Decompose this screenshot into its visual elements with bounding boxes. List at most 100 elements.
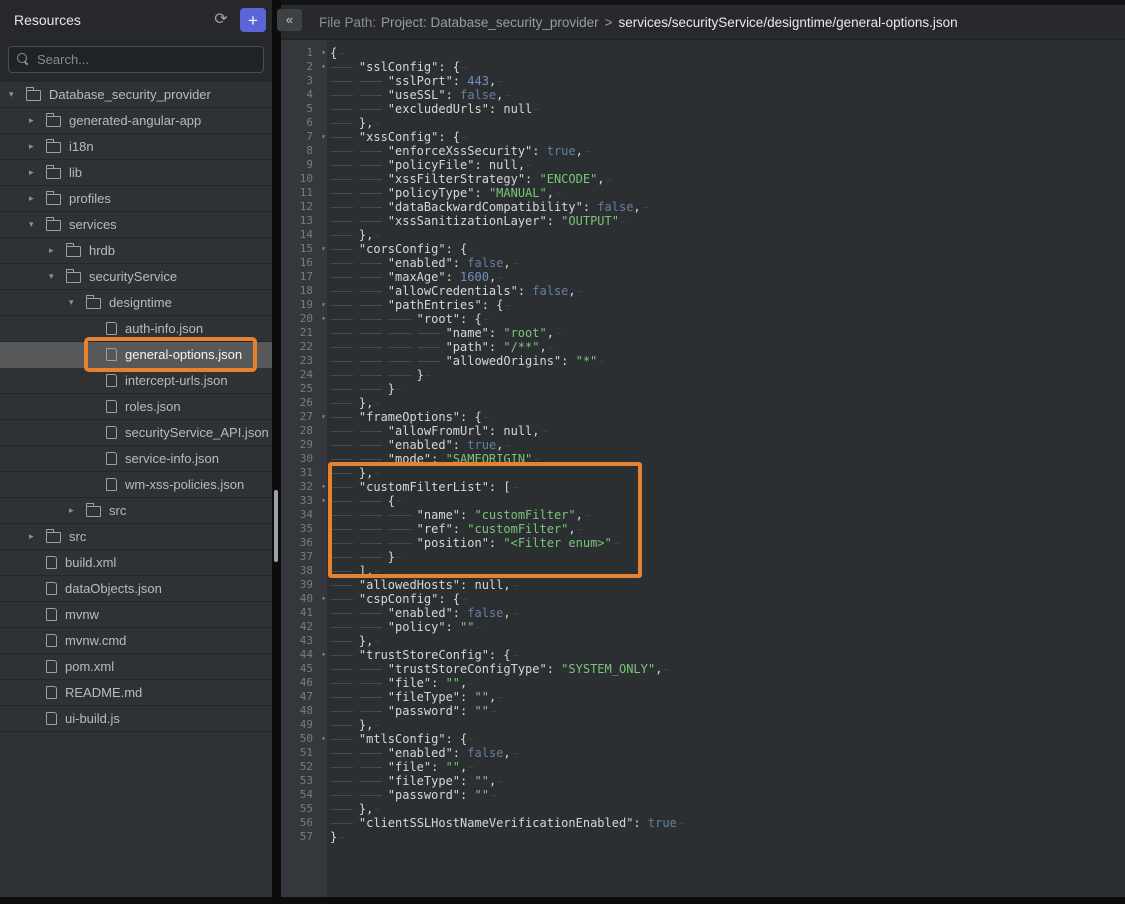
tree-item-profiles[interactable]: ▸profiles — [0, 186, 272, 212]
tree-item-securityService_API.json[interactable]: securityService_API.json — [0, 420, 272, 446]
code-line[interactable]: 38], — [281, 564, 1125, 578]
code-line[interactable]: 24} — [281, 368, 1125, 382]
tree-item-general-options.json[interactable]: general-options.json — [0, 342, 272, 368]
fold-icon[interactable]: ▾ — [321, 494, 326, 508]
code-line[interactable]: 25} — [281, 382, 1125, 396]
fold-icon[interactable]: ▾ — [321, 298, 326, 312]
tree-item-generated-angular-app[interactable]: ▸generated-angular-app — [0, 108, 272, 134]
fold-icon[interactable]: ▾ — [321, 242, 326, 256]
tree-item-roles.json[interactable]: roles.json — [0, 394, 272, 420]
code-line[interactable]: 34"name": "customFilter", — [281, 508, 1125, 522]
tree-item-securityService[interactable]: ▾securityService — [0, 264, 272, 290]
code-line[interactable]: 28"allowFromUrl": null, — [281, 424, 1125, 438]
code-line[interactable]: 16"enabled": false, — [281, 256, 1125, 270]
chevron-right-icon[interactable]: ▸ — [28, 193, 46, 204]
chevron-right-icon[interactable]: ▸ — [28, 531, 46, 542]
tree-item-Database_security_provider[interactable]: ▾Database_security_provider — [0, 82, 272, 108]
chevron-right-icon[interactable]: ▸ — [28, 115, 46, 126]
tree-item-pom.xml[interactable]: pom.xml — [0, 654, 272, 680]
code-line[interactable]: 27▾"frameOptions": { — [281, 410, 1125, 424]
tree-item-build.xml[interactable]: build.xml — [0, 550, 272, 576]
code-line[interactable]: 35"ref": "customFilter", — [281, 522, 1125, 536]
code-line[interactable]: 53"fileType": "", — [281, 774, 1125, 788]
code-line[interactable]: 17"maxAge": 1600, — [281, 270, 1125, 284]
tree-item-service-info.json[interactable]: service-info.json — [0, 446, 272, 472]
code-line[interactable]: 41"enabled": false, — [281, 606, 1125, 620]
code-line[interactable]: 21"name": "root", — [281, 326, 1125, 340]
code-line[interactable]: 57} — [281, 830, 1125, 844]
tree-item-src[interactable]: ▸src — [0, 498, 272, 524]
tree-item-auth-info.json[interactable]: auth-info.json — [0, 316, 272, 342]
add-resource-button[interactable]: + — [240, 8, 266, 32]
code-line[interactable]: 8"enforceXssSecurity": true, — [281, 144, 1125, 158]
fold-icon[interactable]: ▾ — [321, 312, 326, 326]
tree-item-README.md[interactable]: README.md — [0, 680, 272, 706]
code-line[interactable]: 43}, — [281, 634, 1125, 648]
code-line[interactable]: 23"allowedOrigins": "*" — [281, 354, 1125, 368]
chevron-right-icon[interactable]: ▸ — [68, 505, 86, 516]
tree-item-src[interactable]: ▸src — [0, 524, 272, 550]
code-line[interactable]: 47"fileType": "", — [281, 690, 1125, 704]
fold-icon[interactable]: ▾ — [321, 130, 326, 144]
tree-scrollbar-thumb[interactable] — [274, 490, 278, 562]
tree-item-ui-build.js[interactable]: ui-build.js — [0, 706, 272, 732]
search-input[interactable] — [8, 46, 264, 73]
code-line[interactable]: 1▾{ — [281, 46, 1125, 60]
fold-icon[interactable]: ▾ — [321, 732, 326, 746]
code-line[interactable]: 11"policyType": "MANUAL", — [281, 186, 1125, 200]
chevron-down-icon[interactable]: ▾ — [28, 219, 46, 230]
code-line[interactable]: 22"path": "/**", — [281, 340, 1125, 354]
code-line[interactable]: 5"excludedUrls": null — [281, 102, 1125, 116]
code-line[interactable]: 36"position": "<Filter enum>" — [281, 536, 1125, 550]
tree-item-dataObjects.json[interactable]: dataObjects.json — [0, 576, 272, 602]
fold-icon[interactable]: ▾ — [321, 60, 326, 74]
code-line[interactable]: 46"file": "", — [281, 676, 1125, 690]
code-line[interactable]: 7▾"xssConfig": { — [281, 130, 1125, 144]
code-line[interactable]: 13"xssSanitizationLayer": "OUTPUT" — [281, 214, 1125, 228]
code-line[interactable]: 26}, — [281, 396, 1125, 410]
code-line[interactable]: 18"allowCredentials": false, — [281, 284, 1125, 298]
code-line[interactable]: 44▾"trustStoreConfig": { — [281, 648, 1125, 662]
code-line[interactable]: 56"clientSSLHostNameVerificationEnabled"… — [281, 816, 1125, 830]
code-line[interactable]: 31}, — [281, 466, 1125, 480]
code-line[interactable]: 29"enabled": true, — [281, 438, 1125, 452]
code-line[interactable]: 39"allowedHosts": null, — [281, 578, 1125, 592]
tree-item-hrdb[interactable]: ▸hrdb — [0, 238, 272, 264]
code-line[interactable]: 48"password": "" — [281, 704, 1125, 718]
chevron-right-icon[interactable]: ▸ — [28, 167, 46, 178]
fold-icon[interactable]: ▾ — [321, 480, 326, 494]
code-line[interactable]: 2▾"sslConfig": { — [281, 60, 1125, 74]
code-line[interactable]: 54"password": "" — [281, 788, 1125, 802]
chevron-down-icon[interactable]: ▾ — [68, 297, 86, 308]
code-line[interactable]: 9"policyFile": null, — [281, 158, 1125, 172]
chevron-right-icon[interactable]: ▸ — [48, 245, 66, 256]
fold-icon[interactable]: ▾ — [321, 410, 326, 424]
code-line[interactable]: 45"trustStoreConfigType": "SYSTEM_ONLY", — [281, 662, 1125, 676]
code-line[interactable]: 32▾"customFilterList": [ — [281, 480, 1125, 494]
chevron-down-icon[interactable]: ▾ — [48, 271, 66, 282]
chevron-down-icon[interactable]: ▾ — [8, 89, 26, 100]
code-line[interactable]: 12"dataBackwardCompatibility": false, — [281, 200, 1125, 214]
tree-item-intercept-urls.json[interactable]: intercept-urls.json — [0, 368, 272, 394]
code-line[interactable]: 15▾"corsConfig": { — [281, 242, 1125, 256]
code-line[interactable]: 37} — [281, 550, 1125, 564]
code-line[interactable]: 50▾"mtlsConfig": { — [281, 732, 1125, 746]
tree-item-mvnw[interactable]: mvnw — [0, 602, 272, 628]
chevron-right-icon[interactable]: ▸ — [28, 141, 46, 152]
code-line[interactable]: 10"xssFilterStrategy": "ENCODE", — [281, 172, 1125, 186]
collapse-panel-button[interactable]: « — [277, 9, 302, 31]
fold-icon[interactable]: ▾ — [321, 648, 326, 662]
code-line[interactable]: 42"policy": "" — [281, 620, 1125, 634]
code-line[interactable]: 19▾"pathEntries": { — [281, 298, 1125, 312]
refresh-button[interactable]: ⟳ — [208, 8, 234, 32]
code-line[interactable]: 14}, — [281, 228, 1125, 242]
tree-item-services[interactable]: ▾services — [0, 212, 272, 238]
tree-item-i18n[interactable]: ▸i18n — [0, 134, 272, 160]
code-line[interactable]: 55}, — [281, 802, 1125, 816]
code-line[interactable]: 40▾"cspConfig": { — [281, 592, 1125, 606]
fold-icon[interactable]: ▾ — [321, 592, 326, 606]
tree-item-designtime[interactable]: ▾designtime — [0, 290, 272, 316]
code-line[interactable]: 30"mode": "SAMEORIGIN" — [281, 452, 1125, 466]
code-line[interactable]: 33▾{ — [281, 494, 1125, 508]
tree-item-mvnw.cmd[interactable]: mvnw.cmd — [0, 628, 272, 654]
